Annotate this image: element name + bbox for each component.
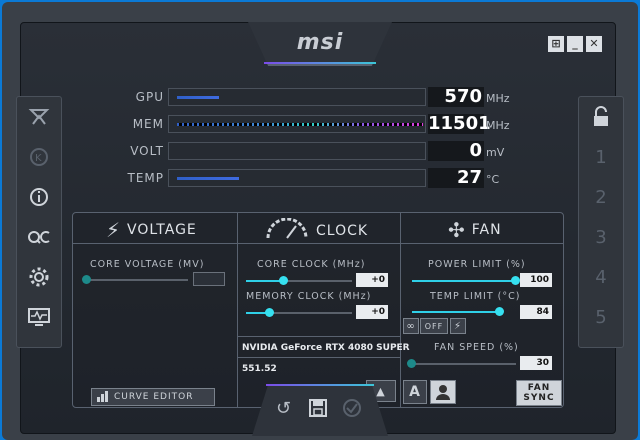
divider — [400, 212, 401, 408]
temp-value: 27 — [428, 168, 484, 188]
memory-clock-slider[interactable] — [270, 312, 352, 314]
fan-header: ✣ FAN — [448, 218, 502, 242]
curve-editor-button[interactable]: CURVE EDITOR — [91, 388, 215, 406]
user-icon — [436, 385, 450, 400]
volt-value: 0 — [428, 141, 484, 161]
gauge-icon — [264, 217, 310, 244]
temp-limit-label: TEMP LIMIT (°C) — [430, 291, 521, 302]
gpu-label: GPU — [135, 90, 164, 104]
temp-limit-slider-fill[interactable] — [412, 311, 500, 313]
bottom-accent-line — [266, 384, 374, 386]
user-fan-button[interactable] — [430, 380, 456, 404]
clock-header: CLOCK — [264, 217, 369, 244]
memory-clock-label: MEMORY CLOCK (MHz) — [246, 291, 372, 302]
monitor-icon[interactable] — [17, 297, 61, 337]
msi-logo: msi — [296, 30, 344, 55]
save-icon[interactable] — [308, 398, 328, 423]
info-icon[interactable] — [17, 177, 61, 217]
power-limit-slider-fill[interactable] — [412, 280, 516, 282]
temp-bar — [168, 169, 426, 187]
profile-2[interactable]: 2 — [579, 177, 623, 217]
fan-speed-handle[interactable] — [407, 359, 416, 368]
mem-bar-fill — [177, 123, 423, 126]
curve-editor-label: CURVE EDITOR — [114, 392, 194, 402]
temp-limit-handle[interactable] — [495, 307, 504, 316]
core-voltage-slider[interactable] — [88, 279, 188, 281]
bars-icon — [96, 390, 110, 405]
volt-label: VOLT — [130, 144, 164, 158]
lightning-small-icon[interactable]: ⚡ — [450, 318, 466, 334]
oc-scanner-icon[interactable] — [17, 217, 61, 257]
divider — [237, 212, 238, 408]
windows-icon[interactable]: ⊞ — [548, 36, 564, 52]
temp-label: TEMP — [127, 171, 164, 185]
temp-bar-fill — [177, 177, 239, 180]
memory-clock-handle[interactable] — [265, 308, 274, 317]
afterburner-icon[interactable] — [17, 97, 61, 137]
gpu-value: 570 — [428, 87, 484, 107]
core-clock-handle[interactable] — [279, 276, 288, 285]
close-button[interactable]: ✕ — [586, 36, 602, 52]
fan-speed-label: FAN SPEED (%) — [434, 342, 519, 353]
lightning-icon: ⚡ — [106, 218, 122, 242]
power-limit-handle[interactable] — [511, 276, 520, 285]
profile-4[interactable]: 4 — [579, 257, 623, 297]
mem-value: 11501 — [428, 113, 491, 134]
voltage-header: ⚡ VOLTAGE — [106, 218, 197, 242]
core-voltage-label: CORE VOLTAGE (MV) — [90, 259, 205, 270]
volt-bar — [168, 142, 426, 160]
link-icon[interactable]: ∞ — [403, 318, 419, 334]
fan-icon: ✣ — [448, 218, 466, 242]
temp-limit-input[interactable]: 84 — [520, 305, 552, 319]
power-limit-input[interactable]: 100 — [520, 273, 552, 287]
svg-text:K: K — [35, 153, 42, 164]
lock-icon[interactable] — [579, 97, 623, 137]
reset-icon[interactable]: ↺ — [276, 398, 291, 419]
profile-3[interactable]: 3 — [579, 217, 623, 257]
power-limit-label: POWER LIMIT (%) — [428, 259, 526, 270]
profile-1[interactable]: 1 — [579, 137, 623, 177]
fan-sync-button[interactable]: FAN SYNC — [516, 380, 562, 406]
voltage-title: VOLTAGE — [127, 222, 197, 238]
settings-icon[interactable] — [17, 257, 61, 297]
temp-unit: °C — [486, 173, 500, 186]
link-off-toggle[interactable]: OFF — [420, 318, 448, 334]
core-clock-slider[interactable] — [284, 280, 352, 282]
gpu-unit: MHz — [486, 92, 510, 105]
divider — [238, 336, 400, 337]
mem-bar — [168, 115, 426, 133]
gpu-name: NVIDIA GeForce RTX 4080 SUPER — [242, 343, 410, 353]
fan-title: FAN — [471, 222, 502, 238]
divider — [238, 357, 400, 358]
window-controls: ⊞ _ ✕ — [548, 36, 602, 52]
header-accent-line — [264, 62, 376, 64]
fan-speed-slider[interactable] — [412, 363, 516, 365]
profile-5[interactable]: 5 — [579, 297, 623, 337]
fan-speed-input[interactable]: 30 — [520, 356, 552, 370]
core-voltage-input[interactable] — [193, 272, 225, 286]
core-clock-label: CORE CLOCK (MHz) — [257, 259, 366, 270]
volt-unit: mV — [486, 146, 505, 159]
left-sidebar: K — [16, 96, 62, 348]
driver-version: 551.52 — [242, 364, 277, 374]
mem-unit: MHz — [486, 119, 510, 132]
apply-check-icon[interactable] — [342, 398, 362, 423]
mem-label: MEM — [132, 117, 164, 131]
minimize-button[interactable]: _ — [567, 36, 583, 52]
core-voltage-handle[interactable] — [82, 275, 91, 284]
right-sidebar: 1 2 3 4 5 — [578, 96, 624, 348]
memory-clock-input[interactable]: +0 — [356, 305, 388, 319]
gpu-bar-fill — [177, 96, 219, 99]
clock-title: CLOCK — [316, 223, 369, 239]
k-icon[interactable]: K — [17, 137, 61, 177]
core-clock-input[interactable]: +0 — [356, 273, 388, 287]
fan-auto-button[interactable]: A — [403, 380, 427, 404]
gpu-bar — [168, 88, 426, 106]
